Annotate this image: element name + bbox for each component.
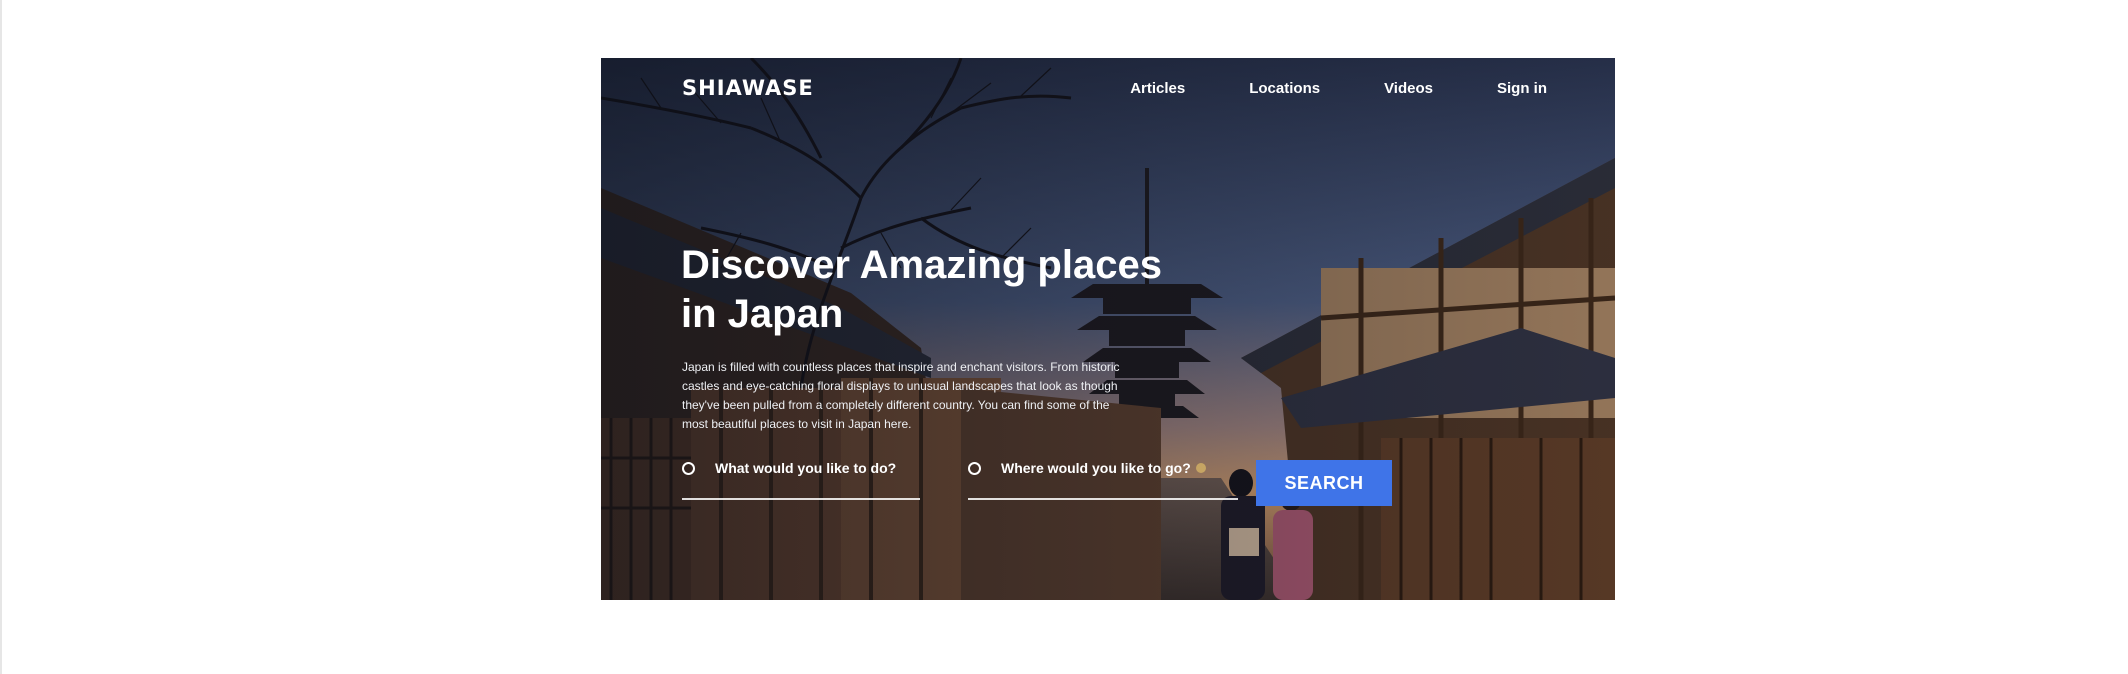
activity-search-field[interactable]	[682, 456, 920, 500]
activity-search-input[interactable]	[715, 456, 915, 480]
hero-section: SHIAWASE Articles Locations Videos Sign …	[601, 58, 1615, 600]
location-radio-icon[interactable]	[968, 462, 981, 475]
page-edge-divider	[0, 0, 2, 674]
nav-link-sign-in[interactable]: Sign in	[1497, 80, 1547, 97]
activity-radio-icon[interactable]	[682, 462, 695, 475]
main-nav: Articles Locations Videos Sign in	[1066, 80, 1547, 97]
logo[interactable]: SHIAWASE	[682, 76, 814, 100]
nav-link-videos[interactable]: Videos	[1384, 80, 1433, 97]
page: SHIAWASE Articles Locations Videos Sign …	[0, 0, 2128, 674]
hero-headline: Discover Amazing places in Japan	[681, 243, 1162, 336]
location-search-field[interactable]	[968, 456, 1238, 500]
nav-link-articles[interactable]: Articles	[1130, 80, 1185, 97]
location-search-input[interactable]	[1001, 456, 1201, 480]
nav-link-locations[interactable]: Locations	[1249, 80, 1320, 97]
hero-description: Japan is filled with countless places th…	[682, 360, 1120, 431]
search-button[interactable]: SEARCH	[1256, 460, 1392, 506]
